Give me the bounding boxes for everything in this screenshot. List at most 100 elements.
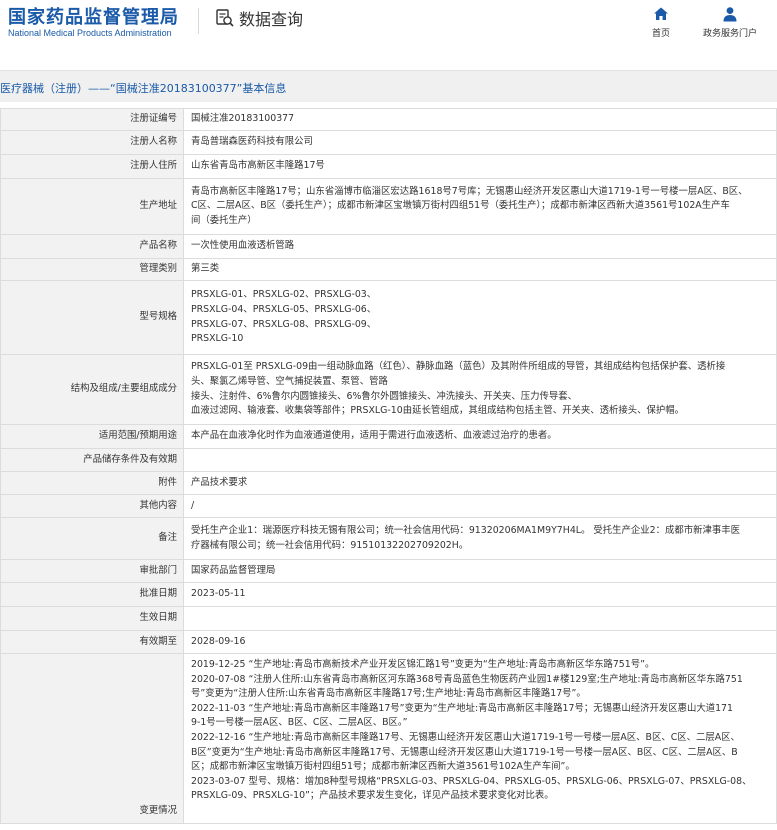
- data-query-title: 数据查询: [215, 6, 303, 30]
- field-label: 有效期至: [0, 630, 184, 654]
- value-line: 2022-12-16 “生产地址:青岛市高新区丰隆路17号、无锡惠山经济开发区惠…: [191, 731, 740, 743]
- value-line: 2022-11-03 “生产地址:青岛市高新区丰隆路17号”变更为“生产地址:青…: [191, 702, 733, 714]
- value-line: 山东省青岛市高新区丰隆路17号: [191, 160, 325, 172]
- field-label: 备注: [0, 517, 184, 560]
- field-value: 国家药品监督管理局: [183, 559, 777, 583]
- value-line: 2023-03-07 型号、规格：增加8种型号规格“PRSXLG-03、PRSX…: [191, 775, 752, 787]
- field-value: PRSXLG-01至 PRSXLG-09由一组动脉血路（红色）、静脉血路（蓝色）…: [183, 354, 777, 425]
- value-line: 2028-09-16: [191, 635, 246, 647]
- data-query-label: 数据查询: [239, 10, 304, 29]
- value-line: PRSXLG-01至 PRSXLG-09由一组动脉血路（红色）、静脉血路（蓝色）…: [191, 361, 726, 373]
- table-row: 其他内容 /: [0, 494, 777, 518]
- site-logo-en[interactable]: National Medical Products Administration: [8, 28, 172, 38]
- value-line: 产品技术要求: [191, 476, 248, 488]
- value-line: PRSXLG-04、PRSXLG-05、PRSXLG-06、: [191, 303, 377, 315]
- field-label: 适用范围/预期用途: [0, 424, 184, 449]
- field-value: 第三类: [183, 258, 777, 281]
- field-value: 青岛普瑞森医药科技有限公司: [183, 130, 777, 155]
- field-label: 生效日期: [0, 606, 184, 631]
- value-line: 号”变更为“注册人住所:山东省青岛市高新区丰隆路17号;生产地址:青岛市高新区丰…: [191, 688, 586, 700]
- table-row: 产品储存条件及有效期: [0, 448, 777, 472]
- nav-home[interactable]: 首页: [626, 6, 696, 39]
- field-label: 结构及组成/主要组成成分: [0, 354, 184, 425]
- field-value: [183, 448, 777, 472]
- table-row: 变更情况 2019-12-25 “生产地址:青岛市高新技术产业开发区锦汇路1号”…: [0, 653, 777, 824]
- site-header: 国家药品监督管理局 National Medical Products Admi…: [0, 0, 777, 60]
- table-row: 审批部门 国家药品监督管理局: [0, 559, 777, 583]
- table-row: 结构及组成/主要组成成分 PRSXLG-01至 PRSXLG-09由一组动脉血路…: [0, 354, 777, 425]
- value-line: 2023-05-11: [191, 588, 246, 600]
- value-line: 国械注准20183100377: [191, 113, 295, 125]
- table-row: 型号规格 PRSXLG-01、PRSXLG-02、PRSXLG-03、 PRSX…: [0, 280, 777, 355]
- table-row: 备注 受托生产企业1：瑞源医疗科技无锡有限公司；统一社会信用代码：9132020…: [0, 517, 777, 560]
- table-row: 产品名称 一次性使用血液透析管路: [0, 234, 777, 259]
- value-line: 第三类: [191, 263, 220, 275]
- breadcrumb-text: 医疗器械（注册）——“国械注准20183100377”基本信息: [0, 82, 287, 95]
- field-value: 青岛市高新区丰隆路17号；山东省淄博市临淄区宏达路1618号7号库；无锡惠山经济…: [183, 178, 777, 235]
- nav-service-portal[interactable]: 政务服务门户: [695, 6, 765, 39]
- value-line: /: [191, 499, 195, 511]
- value-line: 国家药品监督管理局: [191, 564, 276, 576]
- field-label: 其他内容: [0, 494, 184, 518]
- header-divider: [198, 8, 199, 34]
- table-row: 批准日期 2023-05-11: [0, 582, 777, 607]
- value-line: 接头、注射件、6%鲁尔内圆锥接头、6%鲁尔外圆锥接头、冲洗接头、开关夹、压力传导…: [191, 390, 577, 402]
- field-value: PRSXLG-01、PRSXLG-02、PRSXLG-03、 PRSXLG-04…: [183, 280, 777, 355]
- field-value: 本产品在血液净化时作为血液通道使用，适用于需进行血液透析、血液滤过治疗的患者。: [183, 424, 777, 449]
- value-line: 9-1号一号楼一层A区、B区、C区、二层A区、B区。”: [191, 717, 408, 729]
- value-line: PRSXLG-10: [191, 333, 244, 345]
- value-line: 区；成都市新津区宝墩镇万街村四组51号；成都市新津区西新大道3561号102A生…: [191, 761, 575, 773]
- field-value: 国械注准20183100377: [183, 108, 777, 131]
- value-line: 血液过滤网、输液套、收集袋等部件；PRSXLG-10由延长管组成，其组成结构包括…: [191, 405, 684, 417]
- site-logo-cn[interactable]: 国家药品监督管理局: [8, 3, 179, 29]
- value-line: 本产品在血液净化时作为血液通道使用，适用于需进行血液透析、血液滤过治疗的患者。: [191, 430, 557, 442]
- field-label: 管理类别: [0, 258, 184, 281]
- data-query-icon: [215, 8, 235, 28]
- field-value: 山东省青岛市高新区丰隆路17号: [183, 154, 777, 179]
- breadcrumb: 医疗器械（注册）——“国械注准20183100377”基本信息: [0, 70, 777, 102]
- value-line: 头、聚氯乙烯导管、空气捕捉装置、泵管、管路: [191, 375, 388, 387]
- field-label: 产品名称: [0, 234, 184, 259]
- value-line: B区”变更为“生产地址:青岛市高新区丰隆路17号、无锡惠山经济开发区惠山大道17…: [191, 746, 738, 758]
- field-label: 审批部门: [0, 559, 184, 583]
- value-line: 青岛普瑞森医药科技有限公司: [191, 136, 313, 148]
- value-line: PRSXLG-07、PRSXLG-08、PRSXLG-09、: [191, 318, 377, 330]
- field-value: 2023-05-11: [183, 582, 777, 607]
- field-label: 附件: [0, 471, 184, 495]
- table-row: 注册证编号 国械注准20183100377: [0, 108, 777, 131]
- table-row: 注册人名称 青岛普瑞森医药科技有限公司: [0, 130, 777, 155]
- field-value: /: [183, 494, 777, 518]
- field-label: 型号规格: [0, 280, 184, 355]
- value-line: 疗器械有限公司；统一社会信用代码：91510132202709202H。: [191, 539, 469, 551]
- value-line: 2019-12-25 “生产地址:青岛市高新技术产业开发区锦汇路1号”变更为“生…: [191, 659, 655, 670]
- field-label: 生产地址: [0, 178, 184, 235]
- value-line: 受托生产企业1：瑞源医疗科技无锡有限公司；统一社会信用代码：91320206MA…: [191, 524, 740, 536]
- table-row: 生产地址 青岛市高新区丰隆路17号；山东省淄博市临淄区宏达路1618号7号库；无…: [0, 178, 777, 235]
- field-label: 批准日期: [0, 582, 184, 607]
- registration-info-table: 注册证编号 国械注准20183100377 注册人名称 青岛普瑞森医药科技有限公…: [0, 108, 777, 824]
- field-value: 2028-09-16: [183, 630, 777, 654]
- field-label: 注册证编号: [0, 108, 184, 131]
- value-line: PRSXLG-09、PRSXLG-10”；产品技术要求发生变化，详见产品技术要求…: [191, 790, 554, 802]
- table-row: 管理类别 第三类: [0, 258, 777, 281]
- field-value: 2019-12-25 “生产地址:青岛市高新技术产业开发区锦汇路1号”变更为“生…: [183, 653, 777, 824]
- nav-service-portal-label: 政务服务门户: [702, 29, 757, 39]
- value-line: C区、二层A区、B区（委托生产）；成都市新津区宝墩镇万街村四组51号（委托生产）…: [191, 200, 730, 212]
- table-row: 适用范围/预期用途 本产品在血液净化时作为血液通道使用，适用于需进行血液透析、血…: [0, 424, 777, 449]
- user-icon: [722, 6, 738, 22]
- field-value: 受托生产企业1：瑞源医疗科技无锡有限公司；统一社会信用代码：91320206MA…: [183, 517, 777, 560]
- table-row: 附件 产品技术要求: [0, 471, 777, 495]
- field-label: 注册人名称: [0, 130, 184, 155]
- field-value: 产品技术要求: [183, 471, 777, 495]
- nav-home-label: 首页: [651, 29, 670, 39]
- value-line: PRSXLG-01、PRSXLG-02、PRSXLG-03、: [191, 289, 377, 301]
- value-line: 青岛市高新区丰隆路17号；山东省淄博市临淄区宏达路1618号7号库；无锡惠山经济…: [191, 185, 748, 197]
- field-label: 产品储存条件及有效期: [0, 448, 184, 472]
- field-label: 注册人住所: [0, 154, 184, 179]
- table-row: 注册人住所 山东省青岛市高新区丰隆路17号: [0, 154, 777, 179]
- field-value: [183, 606, 777, 631]
- value-line: 一次性使用血液透析管路: [191, 240, 295, 252]
- value-line: 2020-07-08 “注册人住所:山东省青岛市高新区河东路368号青岛蓝色生物…: [191, 673, 743, 685]
- table-row: 有效期至 2028-09-16: [0, 630, 777, 654]
- field-value: 一次性使用血液透析管路: [183, 234, 777, 259]
